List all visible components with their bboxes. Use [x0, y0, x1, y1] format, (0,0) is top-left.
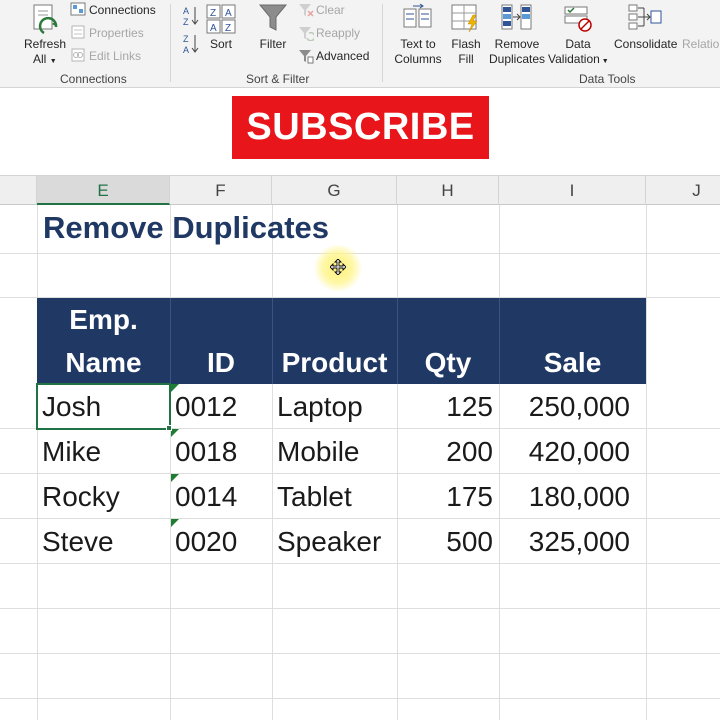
- gridline: [170, 205, 171, 720]
- gridline: [0, 653, 720, 654]
- chevron-down-icon: ▼: [49, 58, 57, 65]
- gridline: [272, 205, 273, 720]
- cell-qty[interactable]: 125: [400, 384, 493, 429]
- gridline: [646, 205, 647, 720]
- group-divider: [170, 4, 171, 82]
- sort-descending-icon: Z A: [183, 34, 199, 55]
- header-emp-name-line1[interactable]: Emp.: [37, 298, 170, 342]
- svg-text:A: A: [225, 8, 232, 19]
- cell-sale[interactable]: 420,000: [500, 429, 630, 474]
- advanced-filter-icon: [299, 50, 314, 64]
- chevron-down-icon: ▼: [599, 58, 609, 65]
- header-qty[interactable]: Qty: [397, 341, 499, 385]
- cell-product[interactable]: Speaker: [277, 519, 381, 564]
- column-header-i[interactable]: I: [499, 176, 646, 205]
- svg-text:Z: Z: [225, 23, 231, 34]
- header-emp-name-line2[interactable]: Name: [37, 341, 170, 385]
- reapply-label: Reapply: [316, 26, 361, 40]
- column-header-j[interactable]: J: [646, 176, 720, 205]
- sort-filter-group-label: Sort & Filter: [246, 72, 310, 86]
- clear-label: Clear: [316, 3, 345, 17]
- group-divider: [382, 4, 383, 82]
- filter-label: Filter: [259, 37, 287, 51]
- cell-sale[interactable]: 180,000: [500, 474, 630, 519]
- connections-icon: [70, 2, 86, 16]
- column-header-bar: E F G H I J: [0, 175, 720, 205]
- refresh-sub-label: All ▼: [33, 52, 57, 66]
- remove-duplicates-label-2: Duplicates: [488, 52, 546, 66]
- properties-label: Properties: [89, 26, 144, 40]
- gridline: [37, 205, 38, 720]
- text-to-columns-label-2: Columns: [394, 52, 442, 66]
- cell-name[interactable]: Mike: [42, 429, 101, 474]
- svg-text:Z: Z: [210, 8, 216, 19]
- text-to-columns-label-1: Text to: [400, 37, 436, 51]
- header-product[interactable]: Product: [272, 341, 397, 385]
- flash-fill-label-2: Fill: [458, 52, 474, 66]
- gridline: [397, 205, 398, 720]
- cell-qty[interactable]: 200: [400, 429, 493, 474]
- cell-id[interactable]: 0018: [175, 429, 237, 474]
- subscribe-banner[interactable]: SUBSCRIBE: [232, 96, 489, 159]
- move-cursor-icon: [330, 259, 346, 275]
- sort-label: Sort: [209, 37, 232, 51]
- cell-sale[interactable]: 325,000: [500, 519, 630, 564]
- gridline: [0, 253, 720, 254]
- consolidate-icon: [628, 4, 662, 30]
- svg-text:A: A: [183, 6, 189, 16]
- connections-group-label: Connections: [60, 72, 127, 86]
- connections-label: Connections: [89, 3, 156, 17]
- data-validation-label-1: Data: [565, 37, 591, 51]
- svg-text:A: A: [210, 23, 217, 34]
- filter-icon: [258, 4, 288, 31]
- cell-name[interactable]: Steve: [42, 519, 114, 564]
- clear-filter-icon: [299, 4, 314, 17]
- edit-links-label: Edit Links: [89, 49, 142, 63]
- header-id[interactable]: ID: [170, 341, 272, 385]
- cell-product[interactable]: Tablet: [277, 474, 352, 519]
- cell-id[interactable]: 0012: [175, 384, 237, 429]
- cell-product[interactable]: Mobile: [277, 429, 359, 474]
- svg-text:Z: Z: [183, 17, 189, 27]
- svg-text:A: A: [183, 45, 189, 55]
- cell-product[interactable]: Laptop: [277, 384, 363, 429]
- relationships-label: Relation: [682, 37, 720, 51]
- active-cell-selection[interactable]: [36, 383, 171, 430]
- sort-icon: Z A A Z: [206, 4, 236, 34]
- column-header-e[interactable]: E: [37, 176, 170, 205]
- cell-qty[interactable]: 175: [400, 474, 493, 519]
- cell-sale[interactable]: 250,000: [500, 384, 630, 429]
- cell-name[interactable]: Rocky: [42, 474, 120, 519]
- remove-duplicates-label-1: Remove: [494, 37, 540, 51]
- select-all-corner[interactable]: [0, 176, 37, 205]
- ribbon-data-tab: Refresh All ▼ Connections Properties Edi…: [0, 0, 720, 88]
- flash-fill-icon: [451, 4, 478, 33]
- column-header-f[interactable]: F: [170, 176, 272, 205]
- column-header-g[interactable]: G: [272, 176, 397, 205]
- edit-links-icon: [71, 48, 85, 62]
- gridline: [0, 608, 720, 609]
- reapply-icon: [299, 27, 314, 41]
- cell-id[interactable]: 0014: [175, 474, 237, 519]
- properties-icon: [71, 25, 85, 39]
- data-tools-group-label: Data Tools: [579, 72, 636, 86]
- remove-duplicates-icon: [501, 4, 532, 30]
- cell-qty[interactable]: 500: [400, 519, 493, 564]
- sheet-title[interactable]: Remove Duplicates: [43, 210, 329, 246]
- column-header-h[interactable]: H: [397, 176, 499, 205]
- text-to-columns-icon: [403, 3, 432, 28]
- header-sale[interactable]: Sale: [499, 341, 646, 385]
- flash-fill-label-1: Flash: [451, 37, 481, 51]
- data-validation-label-2: Validation ▼: [548, 52, 609, 66]
- fill-handle[interactable]: [166, 425, 172, 431]
- consolidate-label: Consolidate: [614, 37, 678, 51]
- advanced-label: Advanced: [316, 49, 370, 63]
- svg-text:Z: Z: [183, 34, 189, 44]
- gridline: [0, 698, 720, 699]
- data-validation-icon: [564, 6, 592, 32]
- refresh-label: Refresh: [23, 37, 67, 51]
- sort-ascending-icon: A Z: [183, 6, 199, 27]
- refresh-all-icon: [33, 4, 58, 35]
- cell-id[interactable]: 0020: [175, 519, 237, 564]
